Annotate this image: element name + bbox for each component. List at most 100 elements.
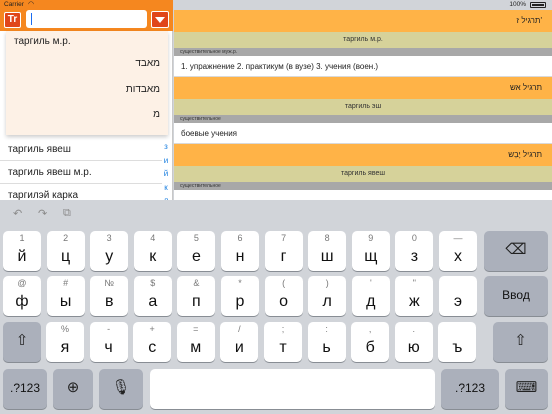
search-input[interactable] [26,10,147,28]
alphabet-index[interactable]: з и й к л [161,140,171,208]
index-letter[interactable]: и [161,154,171,168]
key-л[interactable]: ) л [308,276,347,316]
key-ц[interactable]: 2ц [46,231,85,271]
key-label: х [454,248,462,265]
key-ф[interactable]: @ ф [3,276,41,316]
key-ь[interactable]: :ь [307,322,346,362]
key-у[interactable]: 3у [90,231,129,271]
key-hint: $ [150,278,156,288]
space-key[interactable] [150,369,435,409]
key-р[interactable]: * р [221,276,259,316]
key-е[interactable]: 5е [177,231,216,271]
shift-icon: ⇧ [514,332,527,349]
key-hint: ( [282,278,286,288]
entry-part-of-speech: существительное муж.р. [174,48,552,56]
key-label: ф [15,293,29,310]
redo-icon[interactable]: ↷ [38,207,47,220]
globe-key[interactable]: ⊕ [53,369,93,409]
key-н[interactable]: 6н [221,231,259,271]
enter-key[interactable]: Ввод [484,276,548,316]
microphone-key[interactable]: 🎙 [99,369,143,409]
key-х[interactable]: — х [439,231,477,271]
key-б[interactable]: ,б [351,322,390,362]
key-label: к [149,248,157,265]
suggestion-item[interactable]: מאבד [6,53,168,75]
key-д[interactable]: ' д [351,276,390,316]
status-bar: Carrier ◠ 100% [0,0,552,10]
key-label: в [104,293,114,310]
key-hint: 0 [411,233,417,243]
suggestion-item[interactable]: таргиль м.р. [6,31,168,53]
key-hint: @ [17,278,27,288]
key-ч[interactable]: -ч [89,322,128,362]
key-щ[interactable]: 9щ [351,231,390,271]
key-ъ[interactable]: ъ [438,322,477,362]
results-list: таргиль явеш таргиль явеш м.р. таргилэй … [0,138,162,207]
key-п[interactable]: & п [177,276,216,316]
key-label: ц [61,248,71,265]
list-item[interactable]: таргиль явеш м.р. [0,161,162,184]
carrier-label: Carrier [4,1,24,8]
key-а[interactable]: $ а [133,276,172,316]
key-label: ю [407,339,420,356]
key-к[interactable]: 4к [133,231,172,271]
key-ы[interactable]: # ы [46,276,85,316]
key-т[interactable]: ; т [264,322,302,362]
key-label: ш [320,248,334,265]
key-г[interactable]: 7г [264,231,303,271]
index-letter[interactable]: й [161,167,171,181]
left-pane: Tr таргиль м.р. מאבד מאבדות מ таргиль яв… [0,0,173,207]
hide-keyboard-key[interactable]: ⌨ [505,369,548,409]
key-label: ы [59,293,72,310]
key-label: ъ [452,339,463,356]
key-hint: 7 [281,233,287,243]
key-с[interactable]: + с [133,322,172,362]
suggestions-popup: таргиль м.р. מאבד מאבדות מ [6,31,168,135]
key-hint: % [60,324,69,334]
microphone-icon: 🎙 [111,379,131,396]
entry-transliteration: таргиль м.р. [174,32,552,48]
key-ш[interactable]: 8ш [308,231,347,271]
key-hint: — [453,233,463,243]
key-ю[interactable]: .ю [394,322,433,362]
key-hint: 5 [193,233,199,243]
entry-headword: תרגיל ז' [174,10,552,32]
suggestion-item[interactable]: מאבדות [6,79,168,101]
key-hint: - [107,324,111,334]
index-letter[interactable]: з [161,140,171,154]
key-и[interactable]: / и [220,322,259,362]
suggestion-item[interactable]: מ [6,104,168,126]
index-letter[interactable]: к [161,181,171,195]
wifi-icon: ◠ [28,1,35,8]
shift-key-left[interactable]: ⇧ [3,322,41,362]
backspace-key[interactable]: ⌫ [484,231,548,271]
key-hint: = [193,324,199,334]
dropdown-toggle-button[interactable] [151,11,169,28]
key-я[interactable]: % я [46,322,84,362]
list-item[interactable]: таргиль явеш [0,138,162,161]
shift-key-right[interactable]: ⇧ [493,322,548,362]
globe-icon: ⊕ [66,379,80,396]
battery-percent: 100% [509,1,526,8]
key-м[interactable]: = м [176,322,215,362]
app-logo[interactable]: Tr [4,12,21,28]
key-hint: 8 [324,233,330,243]
undo-icon[interactable]: ↶ [13,207,22,220]
key-з[interactable]: 0з [395,231,434,271]
key-э[interactable]: э [439,276,477,316]
numbers-key-right[interactable]: .?123 [441,369,499,409]
key-в[interactable]: № в [90,276,129,316]
key-label: .?123 [9,381,41,395]
key-label: и [234,339,244,356]
numbers-key-left[interactable]: .?123 [3,369,47,409]
key-label: .?123 [454,381,486,395]
key-label: б [365,339,375,356]
key-hint: ; [281,324,285,334]
key-о[interactable]: (о [264,276,303,316]
keyboard-hide-icon: ⌨ [515,379,538,396]
key-hint: 6 [237,233,243,243]
paste-icon[interactable]: ⧉ [63,207,71,220]
key-hint: 9 [368,233,374,243]
key-ж[interactable]: " ж [395,276,434,316]
key-й[interactable]: 1й [3,231,41,271]
